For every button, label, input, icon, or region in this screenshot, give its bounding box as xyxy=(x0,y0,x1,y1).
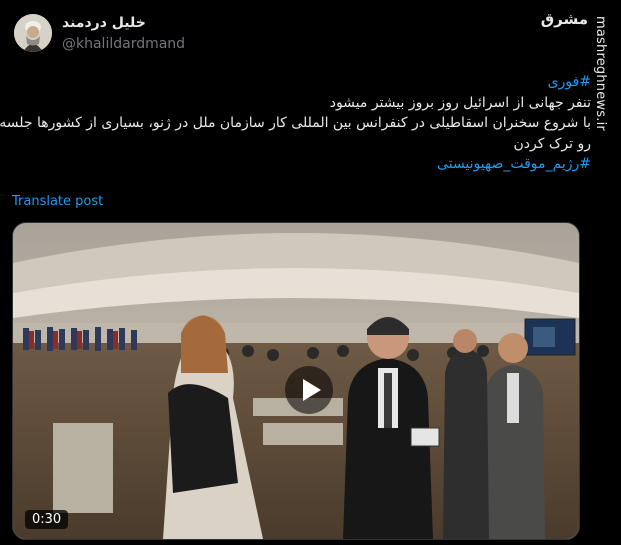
play-icon xyxy=(303,379,321,401)
tweet-line: با شروع سخنران اسقاطیلی در کنفرانس بین ا… xyxy=(0,115,591,131)
video-player[interactable]: 0:30 xyxy=(12,222,580,540)
play-button[interactable] xyxy=(285,366,333,414)
author-handle[interactable]: @khalildardmand xyxy=(62,36,185,52)
tweet-line: تنفر جهانی از اسرائیل روز بروز بیشتر میش… xyxy=(329,94,591,111)
tweet-line: رو ترک کردن xyxy=(513,135,591,152)
hashtag-link[interactable]: #فوری xyxy=(31,72,591,93)
author-display-name[interactable]: خلیل دردمند xyxy=(62,15,146,31)
watermark-site: mashreghnews.ir xyxy=(593,16,608,131)
translate-post-link[interactable]: Translate post xyxy=(12,194,103,209)
tweet-text: #فوری تنفر جهانی از اسرائیل روز بروز بیش… xyxy=(0,72,591,175)
avatar-image xyxy=(14,14,52,52)
avatar[interactable] xyxy=(14,14,52,52)
hashtag-link[interactable]: #رژیم_موقت_صهیونیستی xyxy=(31,154,591,175)
watermark-logo: مشرق xyxy=(540,10,588,28)
video-duration: 0:30 xyxy=(25,510,69,529)
